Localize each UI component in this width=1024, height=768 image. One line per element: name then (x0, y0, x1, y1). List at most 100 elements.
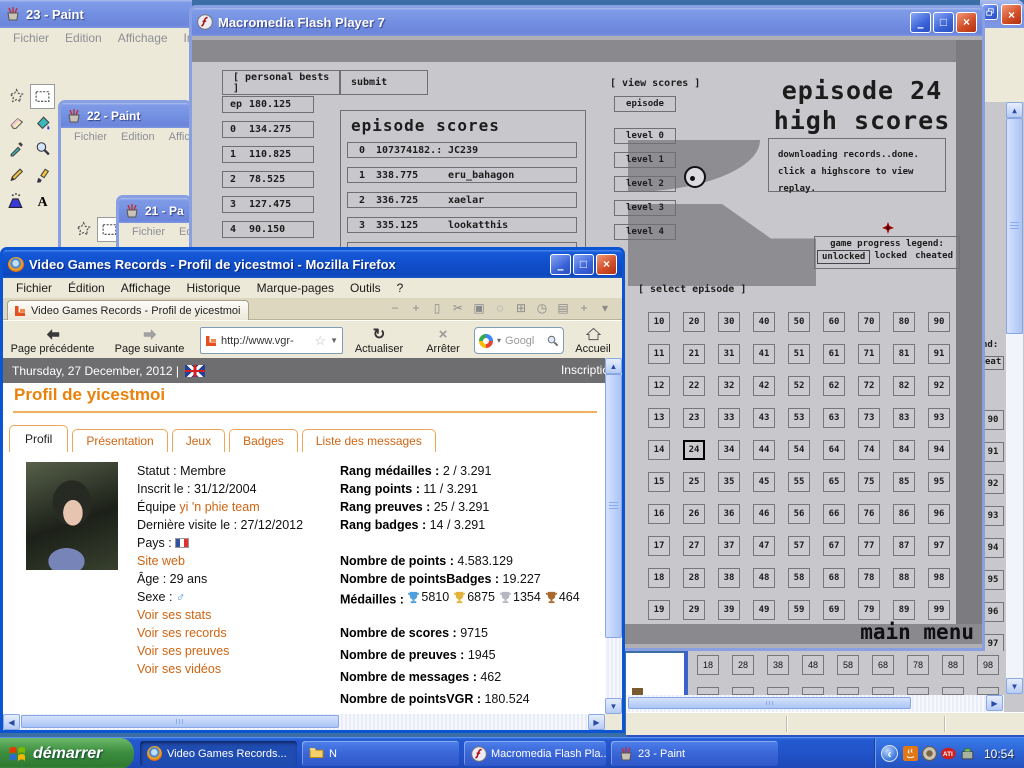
menu-affichage[interactable]: Affichage (114, 279, 178, 297)
menu-dition[interactable]: Édition (61, 279, 112, 297)
episode-cell-68[interactable]: 68 (823, 568, 845, 588)
episode-cell-16[interactable]: 16 (648, 504, 670, 524)
task-n[interactable]: N (302, 741, 459, 766)
episode-cell-37[interactable]: 37 (718, 536, 740, 556)
scroll-down-icon[interactable]: ▼ (605, 698, 622, 714)
episode-cell-32[interactable]: 32 (718, 376, 740, 396)
search-box[interactable]: ▾ Googl (474, 327, 564, 354)
personal-best-row[interactable]: 4 90.150 (222, 221, 314, 238)
menu-outils[interactable]: Outils (343, 279, 388, 297)
episode-score-row[interactable]: 2 336.725 xaelar (347, 192, 577, 208)
start-button[interactable]: démarrer (0, 738, 134, 768)
fill-icon[interactable] (30, 110, 55, 135)
close-icon[interactable]: × (1001, 4, 1022, 25)
episode-cell-38[interactable]: 38 (718, 568, 740, 588)
menu-edition[interactable]: Edition (58, 29, 109, 47)
personal-best-row[interactable]: 1 110.825 (222, 146, 314, 163)
bg-episode-cell-48[interactable]: 48 (802, 655, 824, 675)
episode-cell-85[interactable]: 85 (893, 472, 915, 492)
bg-episode-cell-96[interactable]: 96 (982, 602, 1004, 622)
usb-device-icon[interactable] (960, 746, 975, 761)
bg-episode-cell-18[interactable]: 18 (697, 655, 719, 675)
episode-cell-65[interactable]: 65 (823, 472, 845, 492)
episode-cell-56[interactable]: 56 (788, 504, 810, 524)
scroll-left-icon[interactable]: ◀ (3, 714, 20, 730)
episode-cell-61[interactable]: 61 (823, 344, 845, 364)
tab-jeux[interactable]: Jeux (171, 429, 226, 452)
episode-cell-12[interactable]: 12 (648, 376, 670, 396)
episode-cell-42[interactable]: 42 (753, 376, 775, 396)
bg-episode-cell-58[interactable]: 58 (837, 655, 859, 675)
episode-cell-95[interactable]: 95 (928, 472, 950, 492)
episode-cell-74[interactable]: 74 (858, 440, 880, 460)
episode-cell-58[interactable]: 58 (788, 568, 810, 588)
info-link[interactable]: Site web (137, 554, 185, 568)
episode-cell-20[interactable]: 20 (683, 312, 705, 332)
link-voir-ses-stats[interactable]: Voir ses stats (137, 608, 211, 622)
episode-cell-89[interactable]: 89 (893, 600, 915, 620)
main-menu-button[interactable]: main menu (778, 620, 974, 644)
episode-cell-22[interactable]: 22 (683, 376, 705, 396)
episode-cell-63[interactable]: 63 (823, 408, 845, 428)
menu-fichier[interactable]: Fichier (125, 224, 172, 240)
episode-cell-10[interactable]: 10 (648, 312, 670, 332)
eraser-icon[interactable] (4, 110, 29, 135)
view-level-3-button[interactable]: level 3 (614, 200, 676, 216)
episode-cell-33[interactable]: 33 (718, 408, 740, 428)
scroll-right-icon[interactable]: ▶ (588, 714, 605, 730)
episode-cell-45[interactable]: 45 (753, 472, 775, 492)
bg-episode-cell-92[interactable]: 92 (982, 474, 1004, 494)
episode-cell-69[interactable]: 69 (823, 600, 845, 620)
menu-item[interactable]: ? (390, 279, 411, 297)
episode-cell-39[interactable]: 39 (718, 600, 740, 620)
legend-locked[interactable]: locked (870, 250, 911, 264)
bg-episode-cell[interactable] (977, 687, 999, 695)
loading-icon[interactable]: ◌ (493, 301, 507, 315)
window-titlebar[interactable]: 21 - Pa (119, 198, 189, 223)
browser-tab[interactable]: Video Games Records - Profil de yicestmo… (7, 300, 249, 320)
magnifier-icon[interactable] (30, 136, 55, 161)
window-titlebar[interactable]: Macromedia Flash Player 7 – □ × (192, 8, 982, 36)
episode-cell-21[interactable]: 21 (683, 344, 705, 364)
search-magnifier-icon[interactable] (546, 334, 559, 347)
tab-pr-sentation[interactable]: Présentation (72, 429, 168, 452)
window-titlebar[interactable]: Video Games Records - Profil de yicestmo… (3, 250, 622, 278)
stop-button[interactable]: × Arrêter (415, 323, 471, 358)
scroll-right-icon[interactable]: ▶ (986, 695, 1003, 711)
print-icon[interactable]: ▤ (556, 301, 570, 315)
menu-edition[interactable]: Edition (114, 129, 162, 145)
history-clock-icon[interactable]: ◷ (535, 301, 549, 315)
bg-episode-cell[interactable] (872, 687, 894, 695)
eyedropper-icon[interactable] (4, 136, 29, 161)
bg-episode-cell-95[interactable]: 95 (982, 570, 1004, 590)
episode-cell-90[interactable]: 90 (928, 312, 950, 332)
scrollbar-track[interactable] (1006, 334, 1023, 678)
scrollbar-thumb[interactable] (605, 374, 622, 638)
minimize-icon[interactable]: – (550, 253, 571, 275)
episode-cell-77[interactable]: 77 (858, 536, 880, 556)
scroll-up-icon[interactable]: ▲ (605, 358, 622, 374)
tab-badges[interactable]: Badges (229, 429, 298, 452)
bg-episode-cell[interactable] (802, 687, 824, 695)
episode-cell-73[interactable]: 73 (858, 408, 880, 428)
episode-cell-60[interactable]: 60 (823, 312, 845, 332)
episode-cell-52[interactable]: 52 (788, 376, 810, 396)
menu-fichier[interactable]: Fichier (67, 129, 114, 145)
episode-cell-19[interactable]: 19 (648, 600, 670, 620)
maximize-icon[interactable]: □ (573, 253, 594, 275)
episode-cell-47[interactable]: 47 (753, 536, 775, 556)
episode-cell-62[interactable]: 62 (823, 376, 845, 396)
submit-button[interactable]: submit (340, 70, 428, 95)
view-level-1-button[interactable]: level 1 (614, 152, 676, 168)
scroll-up-icon[interactable]: ▲ (1006, 102, 1023, 118)
episode-cell-29[interactable]: 29 (683, 600, 705, 620)
episode-cell-76[interactable]: 76 (858, 504, 880, 524)
bg-episode-cell[interactable] (732, 687, 754, 695)
view-level-4-button[interactable]: level 4 (614, 224, 676, 240)
episode-cell-86[interactable]: 86 (893, 504, 915, 524)
episode-cell-67[interactable]: 67 (823, 536, 845, 556)
episode-score-row[interactable]: 3 335.125 lookatthis (347, 217, 577, 233)
legend-cheated[interactable]: cheated (911, 250, 957, 264)
close-icon[interactable]: × (596, 253, 617, 275)
window-titlebar[interactable]: 23 - Paint (0, 0, 192, 28)
